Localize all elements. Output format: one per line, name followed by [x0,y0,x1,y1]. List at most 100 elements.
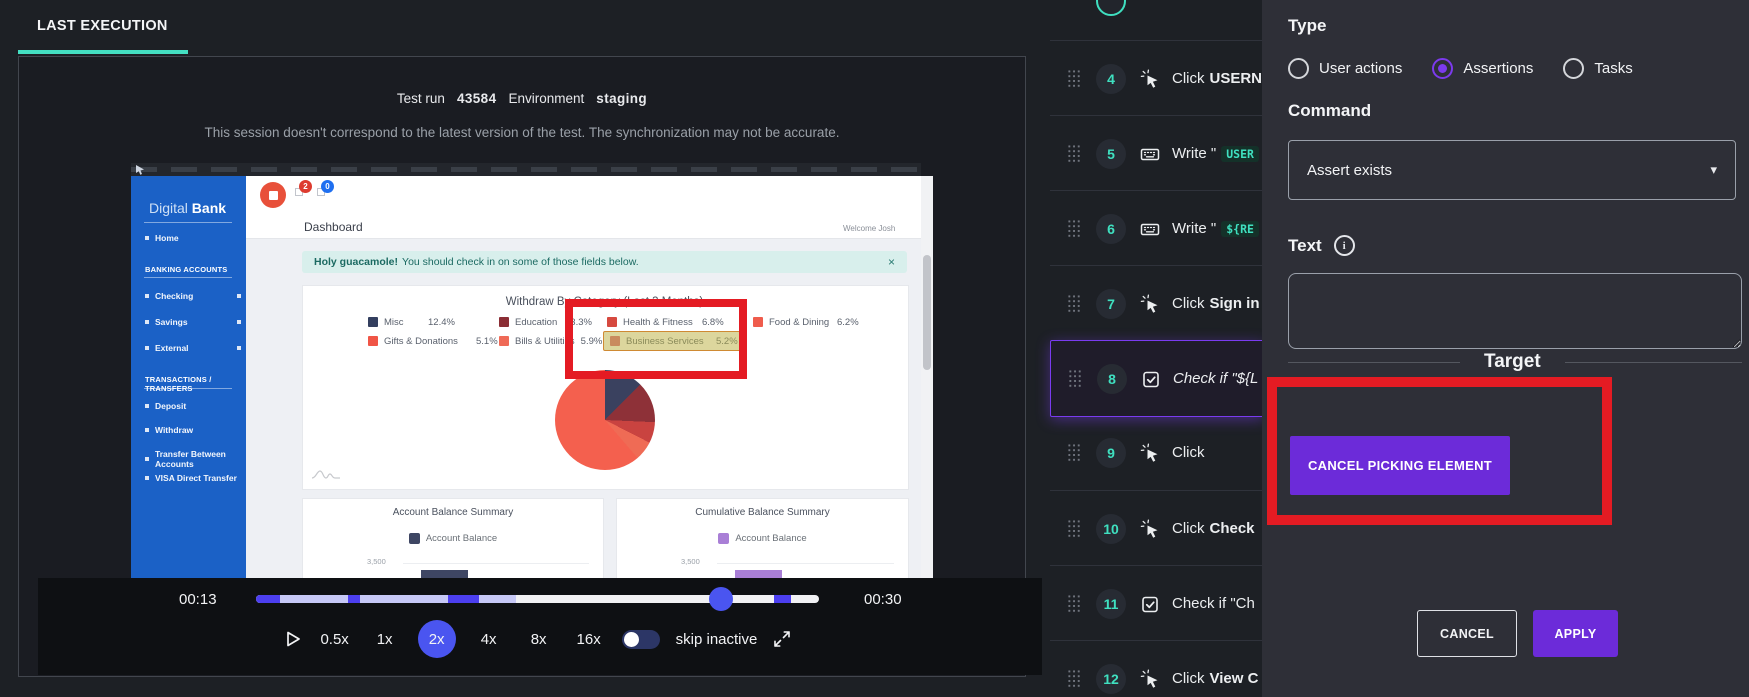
radio-circle-icon [1563,58,1585,79]
legend-item[interactable]: Food & Dining 6.2% [753,315,859,329]
test-step-row[interactable]: 8 Check if "${L [1050,340,1262,417]
test-step-row[interactable]: 10 Click Check [1050,490,1262,566]
radio-circle-icon [1288,58,1309,79]
legend-value: 5.1% [476,335,498,347]
welcome-text: Welcome Josh [843,224,896,233]
sidebar-item-withdraw[interactable]: Withdraw [145,425,193,435]
menu-square-icon [145,457,149,461]
environment-label: Environment [508,91,585,106]
sidebar-item-deposit[interactable]: Deposit [145,401,186,411]
test-step-row[interactable]: 4 Click USERN [1050,40,1262,116]
execution-video[interactable]: Digital Bank Home BANKING ACCOUNTS Check… [131,163,921,579]
drag-handle-icon[interactable] [1068,369,1082,388]
step-label: Click Sign in [1172,295,1260,312]
legend-swatch [368,336,378,346]
check-square-icon [1142,596,1158,612]
speed-8x[interactable]: 8x [522,620,556,658]
test-steps-list: 4 Click USERN 5 Write " USER 6 Write " $… [1032,0,1262,697]
step-number: 6 [1096,213,1126,244]
legend-swatch [499,317,509,327]
alert-close-icon[interactable]: × [888,255,895,269]
text-input[interactable] [1288,273,1742,349]
axis-tick: 3,500 [681,557,700,566]
legend-swatch [499,336,509,346]
legend-item[interactable]: Gifts & Donations 5.1% [368,334,498,348]
skip-inactive-label: skip inactive [675,630,758,648]
seek-marker [774,595,791,603]
page-title: Dashboard [304,220,363,234]
step-number: 7 [1096,288,1126,319]
radio-tasks[interactable]: Tasks [1563,58,1633,79]
seek-bar[interactable] [256,587,819,611]
sidebar-item-visa-direct-transfer[interactable]: VISA Direct Transfer [145,473,237,483]
legend-value: 5.2% [716,335,738,347]
sidebar-item-transfer-between-accounts[interactable]: Transfer Between Accounts [145,449,246,469]
apply-button[interactable]: APPLY [1533,610,1618,657]
legend-swatch [718,533,730,544]
speed-0.5x[interactable]: 0.5x [318,620,352,658]
legend-item[interactable]: Education 13.3% [499,315,592,329]
type-radio-group: User actions Assertions Tasks [1288,58,1633,79]
pick-count-badge-blue: 0 [321,180,334,193]
legend-item[interactable]: Health & Fitness 6.8% [607,315,724,329]
sidebar-item-checking[interactable]: Checking [145,291,241,301]
test-run-label: Test run [396,91,445,106]
step-number: 11 [1096,588,1126,619]
play-icon[interactable] [284,630,302,648]
test-step-row[interactable]: 12 Click View C [1050,640,1262,697]
speed-16x[interactable]: 16x [572,620,606,658]
toggle-knob [623,631,639,647]
test-step-row[interactable]: 7 Click Sign in [1050,265,1262,341]
skip-inactive-toggle[interactable] [621,629,660,649]
legend-item[interactable]: Bills & Utilities 5.9% [499,334,602,348]
sync-warning-text: This session doesn't correspond to the l… [204,125,840,140]
legend-item[interactable]: Business Services 5.2% [603,331,745,351]
divider [144,222,232,223]
sidebar-item-savings[interactable]: Savings [145,317,241,327]
test-step-row[interactable]: 6 Write " ${RE [1050,190,1262,266]
type-section-label: Type [1288,16,1327,35]
sidebar-item-home[interactable]: Home [145,233,179,243]
drag-handle-icon[interactable] [1067,219,1081,238]
menu-square-icon [145,346,149,350]
chevron-down-icon: ▾ [1710,162,1717,177]
drag-handle-icon[interactable] [1067,443,1081,462]
cancel-picking-element-button[interactable]: CANCEL PICKING ELEMENT [1290,436,1510,495]
radio-user-actions[interactable]: User actions [1288,58,1402,79]
speed-4x[interactable]: 4x [472,620,506,658]
drag-handle-icon[interactable] [1067,69,1081,88]
tab-last-execution[interactable]: LAST EXECUTION [37,18,168,34]
video-scrollbar[interactable] [921,176,933,579]
radio-assertions[interactable]: Assertions [1432,58,1533,79]
playhead-handle[interactable] [709,587,733,611]
test-step-row[interactable]: 11 Check if "Ch [1050,565,1262,641]
cancel-button[interactable]: CANCEL [1417,610,1517,657]
fullscreen-icon[interactable] [773,630,791,648]
drag-handle-icon[interactable] [1067,669,1081,688]
card-legend: Account Balance [617,533,908,544]
test-step-row[interactable]: 5 Write " USER [1050,115,1262,191]
speed-1x[interactable]: 1x [368,620,402,658]
test-run-meta: Test run 43584 Environment staging [19,91,1025,106]
sidebar-item-external[interactable]: External [145,343,241,353]
video-scrollbar-thumb[interactable] [923,255,931,370]
legend-item[interactable]: Misc 12.4% [368,315,455,329]
info-icon[interactable]: i [1333,235,1355,256]
player-controls-bar: 00:13 00:30 0.5x 1x 2x 4x 8x 16x skip inactiv… [38,578,1042,675]
legend-swatch [610,336,620,346]
drag-handle-icon[interactable] [1067,594,1081,613]
environment-value: staging [596,91,648,106]
axis-tick: 3,500 [367,557,386,566]
test-step-row[interactable]: 9 Click [1050,415,1262,490]
step-editor-panel: Type User actions Assertions Tasks Command… [1262,0,1749,697]
command-section-label: Command [1288,101,1372,120]
stop-square-icon [268,190,278,200]
divider [144,277,232,278]
drag-handle-icon[interactable] [1067,144,1081,163]
drag-handle-icon[interactable] [1067,519,1081,538]
tab-active-underline [18,50,188,54]
speed-2x[interactable]: 2x [417,620,456,658]
drag-handle-icon[interactable] [1067,294,1081,313]
step-label: Write " USER [1172,145,1259,162]
command-select[interactable]: Assert exists ▾ [1288,140,1736,200]
